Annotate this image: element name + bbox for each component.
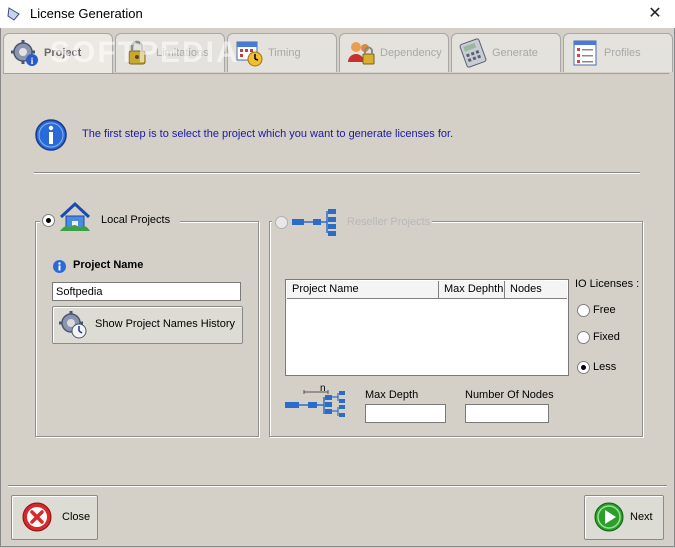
column-header-project-name[interactable]: Project Name (287, 281, 439, 298)
users-lock-icon (348, 42, 375, 65)
reseller-projects-radio[interactable] (275, 216, 288, 229)
license-less-radio[interactable] (577, 361, 590, 374)
close-label: Close (62, 511, 91, 523)
tab-timing[interactable]: Timing (227, 33, 337, 72)
reseller-projects-table[interactable]: Project Name Max Dephth Nodes (285, 279, 569, 376)
title-bar: License Generation ✕ (0, 0, 675, 29)
next-label: Next (630, 511, 653, 523)
tab-dependency-label: Dependency (380, 47, 442, 59)
reseller-projects-label: Reseller Projects (347, 216, 431, 228)
next-button[interactable]: Next (584, 495, 664, 540)
watermark: SOFTPEDIA (50, 36, 240, 69)
footer-separator (8, 485, 667, 487)
tab-generate[interactable]: Generate (451, 33, 561, 72)
header-separator (34, 172, 640, 174)
info-text: The first step is to select the project … (82, 128, 454, 140)
tab-dependency[interactable]: Dependency (339, 33, 449, 72)
license-free-radio[interactable] (577, 304, 590, 317)
tab-generate-label: Generate (492, 47, 538, 59)
window-close-button[interactable]: ✕ (635, 0, 675, 28)
project-name-label: Project Name (73, 259, 144, 271)
table-header: Project Name Max Dephth Nodes (287, 281, 567, 299)
form-list-icon (573, 40, 597, 66)
tab-profiles-label: Profiles (604, 47, 641, 59)
column-header-nodes[interactable]: Nodes (505, 281, 567, 298)
number-of-nodes-label: Number Of Nodes (465, 389, 554, 401)
gear-clock-icon (59, 311, 87, 339)
max-depth-label: Max Depth (365, 389, 419, 401)
number-of-nodes-input[interactable] (465, 404, 549, 423)
app-icon (7, 7, 20, 21)
gear-info-icon: i (11, 40, 38, 66)
tree-icon (292, 209, 336, 236)
next-arrow-icon (594, 502, 624, 532)
local-projects-radio[interactable] (42, 214, 55, 227)
info-icon (35, 119, 67, 151)
window-title: License Generation (30, 6, 143, 21)
tab-timing-label: Timing (268, 47, 301, 59)
max-depth-input[interactable] (365, 404, 446, 423)
house-icon (59, 201, 91, 231)
license-fixed-radio[interactable] (577, 331, 590, 344)
license-fixed-label: Fixed (593, 331, 620, 343)
local-projects-label: Local Projects (101, 214, 171, 226)
tab-profiles[interactable]: Profiles (563, 33, 673, 72)
close-circle-icon (22, 502, 52, 532)
info-small-icon (53, 260, 66, 273)
column-header-max-depth[interactable]: Max Dephth (439, 281, 505, 298)
io-licenses-label: IO Licenses : (575, 278, 640, 290)
show-history-button[interactable]: Show Project Names History (52, 306, 243, 344)
show-history-label: Show Project Names History (95, 318, 235, 330)
depth-tree-icon (285, 390, 345, 417)
license-free-label: Free (593, 304, 616, 316)
close-button[interactable]: Close (11, 495, 98, 540)
calculator-icon (459, 38, 487, 68)
license-less-label: Less (593, 361, 617, 373)
project-name-input[interactable] (52, 282, 241, 301)
